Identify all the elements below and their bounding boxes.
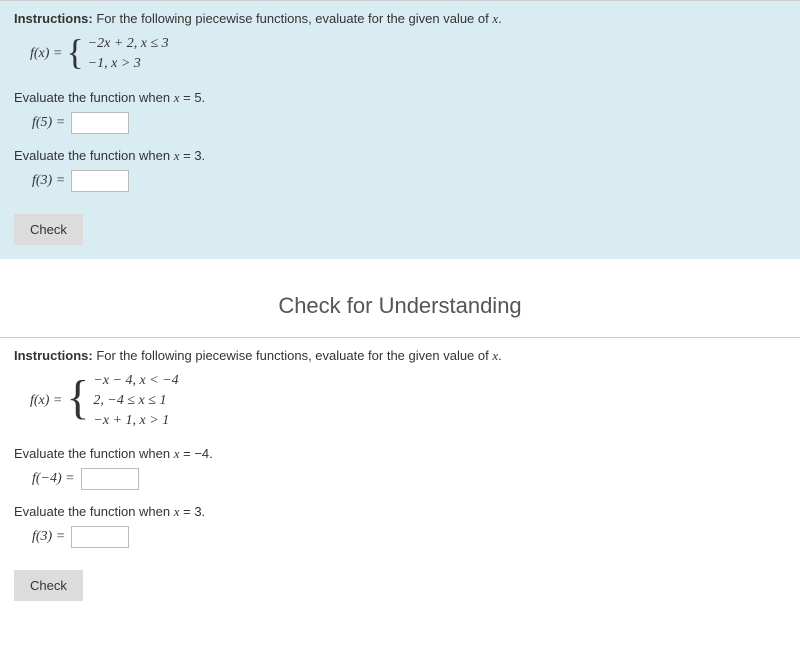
left-brace: { <box>66 38 83 67</box>
function-lhs: f(x) = <box>30 393 62 409</box>
evaluate-prompt: Evaluate the function when x = −4. <box>14 446 786 462</box>
instructions-label: Instructions: <box>14 348 93 363</box>
instructions-line: Instructions: For the following piecewis… <box>14 348 786 364</box>
case-line: −1, x > 3 <box>88 55 169 74</box>
answer-label: f(3) = <box>32 529 65 545</box>
panel-gap <box>0 259 800 271</box>
instructions-text: For the following piecewise functions, e… <box>93 348 493 363</box>
case-line: −x + 1, x > 1 <box>93 412 178 431</box>
answer-row: f(3) = <box>32 526 786 548</box>
evaluate-prompt: Evaluate the function when x = 3. <box>14 148 786 164</box>
answer-input-f5[interactable] <box>71 112 129 134</box>
case-line: −x − 4, x < −4 <box>93 372 178 391</box>
section-heading: Check for Understanding <box>0 271 800 337</box>
answer-row: f(5) = <box>32 112 786 134</box>
left-brace: { <box>66 379 89 417</box>
check-button[interactable]: Check <box>14 214 83 245</box>
piecewise-cases: −2x + 2, x ≤ 3 −1, x > 3 <box>88 35 169 74</box>
piecewise-definition: f(x) = { −2x + 2, x ≤ 3 −1, x > 3 <box>30 35 786 74</box>
check-button[interactable]: Check <box>14 570 83 601</box>
answer-label: f(−4) = <box>32 471 75 487</box>
case-line: −2x + 2, x ≤ 3 <box>88 35 169 54</box>
instructions-line: Instructions: For the following piecewis… <box>14 11 786 27</box>
answer-input-fneg4[interactable] <box>81 468 139 490</box>
instructions-label: Instructions: <box>14 11 93 26</box>
exercise-panel-2: Instructions: For the following piecewis… <box>0 337 800 616</box>
evaluate-prompt: Evaluate the function when x = 5. <box>14 90 786 106</box>
answer-row: f(3) = <box>32 170 786 192</box>
evaluate-prompt: Evaluate the function when x = 3. <box>14 504 786 520</box>
answer-input-f3b[interactable] <box>71 526 129 548</box>
piecewise-cases: −x − 4, x < −4 2, −4 ≤ x ≤ 1 −x + 1, x >… <box>93 372 178 431</box>
answer-label: f(3) = <box>32 173 65 189</box>
instructions-text: For the following piecewise functions, e… <box>93 11 493 26</box>
answer-label: f(5) = <box>32 115 65 131</box>
exercise-panel-1: Instructions: For the following piecewis… <box>0 0 800 259</box>
case-line: 2, −4 ≤ x ≤ 1 <box>93 392 178 411</box>
var-x: x <box>492 348 498 363</box>
function-lhs: f(x) = <box>30 46 62 62</box>
piecewise-definition: f(x) = { −x − 4, x < −4 2, −4 ≤ x ≤ 1 −x… <box>30 372 786 431</box>
answer-row: f(−4) = <box>32 468 786 490</box>
var-x: x <box>492 11 498 26</box>
answer-input-f3[interactable] <box>71 170 129 192</box>
